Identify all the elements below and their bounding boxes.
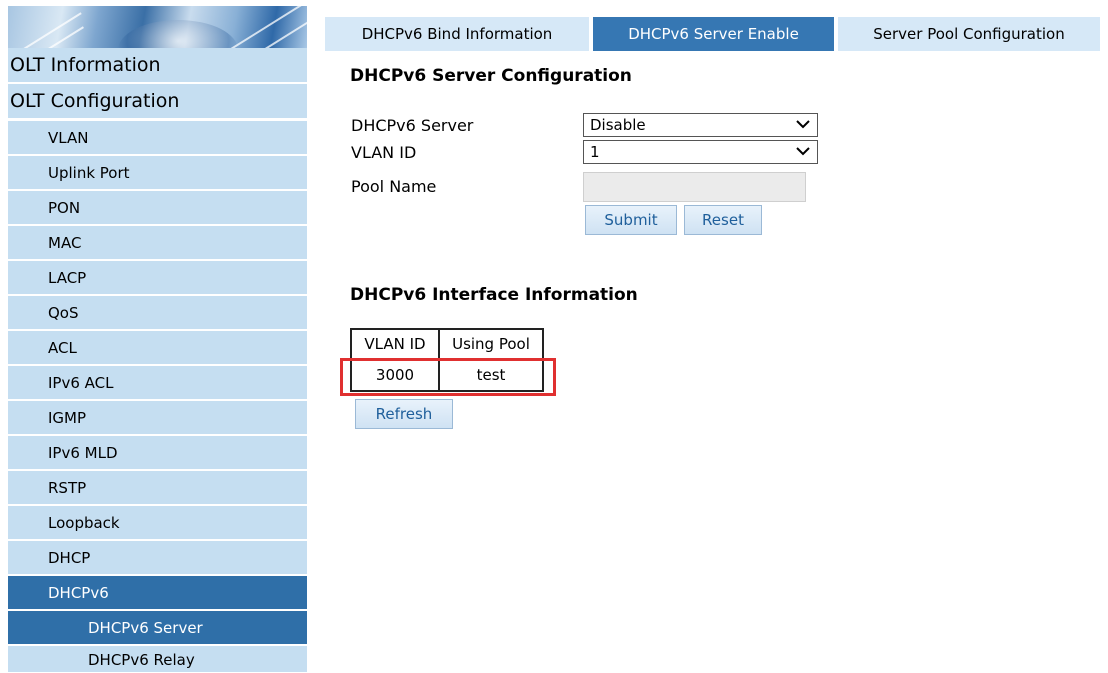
sidebar-item-ipv6-mld[interactable]: IPv6 MLD [8,436,307,470]
dhcpv6-server-label: DHCPv6 Server [351,116,474,135]
pool-name-input[interactable] [583,172,806,202]
tab-dhcpv6-server-enable[interactable]: DHCPv6 Server Enable [593,17,834,51]
pool-name-label: Pool Name [351,177,437,196]
interface-info-title: DHCPv6 Interface Information [350,285,638,305]
sidebar-item-label: RSTP [48,478,87,497]
sidebar-item-vlan[interactable]: VLAN [8,121,307,155]
vlan-id-select[interactable]: 1 [583,140,818,164]
dhcpv6-server-select[interactable]: Disable [583,113,818,137]
sidebar-item-uplink-port[interactable]: Uplink Port [8,156,307,190]
vlan-id-label: VLAN ID [351,143,417,162]
sidebar-item-label: Loopback [48,513,120,532]
sidebar-item-label: Uplink Port [48,163,130,182]
tab-server-pool-configuration[interactable]: Server Pool Configuration [838,17,1100,51]
chevron-down-icon [796,120,810,129]
refresh-button[interactable]: Refresh [355,399,453,429]
reset-button[interactable]: Reset [684,205,762,235]
sidebar-item-dhcpv6-server[interactable]: DHCPv6 Server [8,611,307,645]
sidebar-item-acl[interactable]: ACL [8,331,307,365]
sidebar: OLT Information OLT Configuration VLAN U… [0,0,307,673]
server-config-title: DHCPv6 Server Configuration [350,66,632,86]
tab-dhcpv6-bind-information[interactable]: DHCPv6 Bind Information [325,17,589,51]
tab-label: DHCPv6 Bind Information [361,25,553,43]
sidebar-item-olt-information[interactable]: OLT Information [8,48,307,83]
vlan-id-value: 1 [590,143,600,161]
sidebar-item-igmp[interactable]: IGMP [8,401,307,435]
sidebar-item-loopback[interactable]: Loopback [8,506,307,540]
highlight-box [340,358,556,396]
sidebar-item-label: LACP [48,268,87,287]
sidebar-item-label: DHCP [48,548,91,567]
sidebar-item-dhcp[interactable]: DHCP [8,541,307,575]
sidebar-item-label: OLT Information [10,54,161,76]
sidebar-item-dhcpv6-relay[interactable]: DHCPv6 Relay [8,646,307,673]
header-vlan-id: VLAN ID [350,328,440,360]
sidebar-item-ipv6-acl[interactable]: IPv6 ACL [8,366,307,400]
sidebar-item-dhcpv6[interactable]: DHCPv6 [8,576,307,610]
sidebar-item-label: DHCPv6 Server [88,618,203,637]
sidebar-item-mac[interactable]: MAC [8,226,307,260]
sidebar-item-label: IPv6 ACL [48,373,114,392]
sidebar-item-label: DHCPv6 Relay [88,651,195,669]
sidebar-item-label: DHCPv6 [48,583,109,602]
sidebar-item-label: PON [48,198,81,217]
sidebar-item-label: ACL [48,338,77,357]
sidebar-item-label: IGMP [48,408,87,427]
tab-label: DHCPv6 Server Enable [628,25,799,43]
sidebar-item-label: IPv6 MLD [48,443,118,462]
sidebar-item-label: QoS [48,303,79,322]
header-using-pool: Using Pool [438,328,544,360]
sidebar-item-rstp[interactable]: RSTP [8,471,307,505]
sidebar-item-label: VLAN [48,128,89,147]
dhcpv6-server-value: Disable [590,116,646,134]
sidebar-item-qos[interactable]: QoS [8,296,307,330]
tab-label: Server Pool Configuration [873,25,1065,43]
submit-button[interactable]: Submit [585,205,677,235]
chevron-down-icon [796,147,810,156]
sidebar-item-olt-configuration[interactable]: OLT Configuration [8,84,307,119]
sidebar-item-label: OLT Configuration [10,90,180,112]
sidebar-item-pon[interactable]: PON [8,191,307,225]
banner-logo [8,6,307,48]
sidebar-item-label: MAC [48,233,82,252]
sidebar-item-lacp[interactable]: LACP [8,261,307,295]
table-header-row: VLAN ID Using Pool [350,328,544,360]
